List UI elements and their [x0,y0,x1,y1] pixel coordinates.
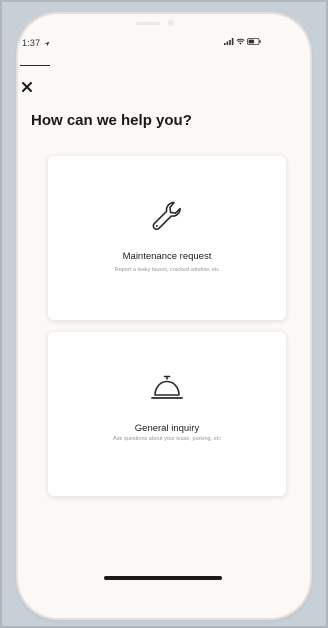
wifi-icon [236,38,245,45]
home-indicator[interactable] [104,576,222,580]
speaker-grille [136,22,160,25]
signal-icon [224,38,234,45]
general-inquiry-subtitle: Ask questions about your lease, parking,… [113,436,221,442]
front-camera [168,20,174,26]
location-arrow-icon [44,41,50,47]
tab-indicator [20,65,50,66]
general-inquiry-card[interactable]: General inquiry Ask questions about your… [48,332,286,496]
battery-icon [247,38,261,45]
maintenance-request-subtitle: Report a leaky faucet, cracked window, e… [114,267,220,273]
general-inquiry-title: General inquiry [134,423,200,434]
status-bar-time: 1:37 [22,38,50,48]
maintenance-request-title: Maintenance request [122,251,212,262]
close-button[interactable] [18,78,36,96]
close-icon [18,78,36,96]
status-time-text: 1:37 [22,38,41,48]
page-title: How can we help you? [31,112,192,129]
service-bell-icon [148,368,186,406]
phone-notch [102,14,202,36]
status-bar-icons [224,38,261,45]
maintenance-request-card[interactable]: Maintenance request Report a leaky fauce… [48,156,286,320]
wrench-icon [148,198,186,236]
